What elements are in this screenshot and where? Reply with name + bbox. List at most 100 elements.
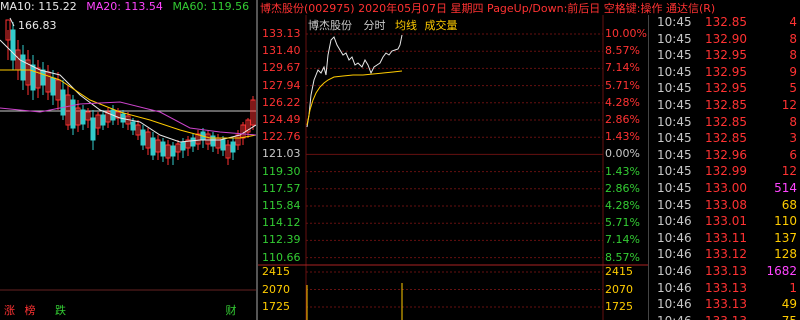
tick-time: 10:46 bbox=[657, 297, 692, 312]
window-title: 博杰股份(002975) 2020年05月07日 星期四 PageUp/Down… bbox=[258, 0, 800, 15]
high-price-label: 166.83 bbox=[18, 19, 57, 32]
tick-price: 132.85 bbox=[705, 98, 747, 112]
tick-time: 10:45 bbox=[657, 15, 692, 29]
tick-time: 10:46 bbox=[657, 314, 692, 320]
volume-right-label: 1725 bbox=[605, 300, 633, 313]
tick-volume: 8 bbox=[789, 31, 797, 46]
volume-left-label: 1725 bbox=[262, 300, 290, 313]
tick-volume: 1682 bbox=[766, 264, 797, 278]
ma60-label: MA60: 119.56 bbox=[172, 0, 250, 13]
price-left-label: 133.13 bbox=[262, 27, 301, 40]
tick-row[interactable]: 10:45 132.99 12 bbox=[649, 164, 800, 181]
price-left-label: 117.57 bbox=[262, 181, 301, 195]
intraday-header: 博杰股份 分时 均线 成交量 bbox=[308, 17, 458, 33]
tick-row[interactable]: 10:46 133.11 137 bbox=[649, 231, 800, 248]
tick-volume: 5 bbox=[789, 81, 797, 96]
tick-price: 133.13 bbox=[705, 264, 747, 278]
tick-row[interactable]: 10:45 132.95 5 bbox=[649, 81, 800, 98]
tick-price: 132.96 bbox=[705, 147, 747, 162]
tick-time: 10:46 bbox=[657, 247, 692, 262]
tick-volume: 68 bbox=[781, 197, 797, 212]
tick-row[interactable]: 10:45 132.95 8 bbox=[649, 48, 800, 65]
finance-tag[interactable]: 财 bbox=[226, 304, 237, 317]
tick-row[interactable]: 10:46 133.01 110 bbox=[649, 214, 800, 231]
limit-down-tag[interactable]: 跌 bbox=[55, 304, 66, 317]
tick-row[interactable]: 10:46 133.13 1682 bbox=[649, 264, 800, 281]
limit-up-tag[interactable]: 涨 bbox=[4, 304, 15, 317]
tick-row[interactable]: 10:45 133.00 514 bbox=[649, 181, 800, 198]
candle-body bbox=[130, 121, 136, 131]
tick-volume: 8 bbox=[789, 114, 797, 129]
tick-row[interactable]: 10:45 133.08 68 bbox=[649, 198, 800, 215]
tick-time: 10:45 bbox=[657, 81, 692, 96]
volume-label: 成交量 bbox=[424, 19, 458, 32]
kline-chart-panel[interactable]: MA10: 115.22 MA20: 113.54 MA60: 119.56 1… bbox=[0, 0, 256, 320]
tick-time: 10:45 bbox=[657, 164, 692, 179]
tick-time: 10:45 bbox=[657, 31, 692, 46]
tick-price: 133.01 bbox=[705, 214, 747, 229]
tick-price: 133.08 bbox=[705, 197, 747, 212]
tick-row[interactable]: 10:45 132.85 12 bbox=[649, 98, 800, 115]
ranking-tag[interactable]: 榜 bbox=[25, 304, 36, 317]
tick-row[interactable]: 10:45 132.85 3 bbox=[649, 131, 800, 148]
price-left-label: 122.76 bbox=[262, 130, 301, 144]
tick-list[interactable]: 10:45 132.85 4 10:45 132.90 8 10:45 132.95 8 10:4… bbox=[648, 15, 800, 320]
kline-chart bbox=[0, 17, 256, 291]
volume-left-label: 2415 bbox=[262, 265, 290, 278]
price-left-label: 126.22 bbox=[262, 95, 301, 109]
intraday-chart-panel[interactable]: 博杰股份 分时 均线 成交量 133.13 10.00% 131.40 8.57% 12… bbox=[258, 15, 648, 320]
price-left-label: 114.12 bbox=[262, 216, 301, 230]
price-left-label: 124.49 bbox=[262, 113, 301, 126]
candle-body bbox=[230, 141, 236, 153]
candle-body bbox=[50, 77, 56, 96]
candle-body bbox=[80, 109, 86, 125]
candle-body bbox=[190, 137, 196, 147]
tick-row[interactable]: 10:46 133.13 49 bbox=[649, 297, 800, 314]
price-right-label: 1.43% bbox=[605, 130, 640, 144]
price-right-label: 7.14% bbox=[605, 233, 640, 247]
tick-time: 10:45 bbox=[657, 147, 692, 162]
bottom-tags: 涨 榜 跌 财 bbox=[4, 302, 243, 318]
tick-price: 132.85 bbox=[705, 114, 747, 129]
avg-line-label: 均线 bbox=[395, 19, 417, 32]
tick-volume: 514 bbox=[774, 181, 797, 195]
candle-body bbox=[170, 145, 176, 157]
candle-body bbox=[90, 117, 96, 141]
tick-row[interactable]: 10:45 132.85 4 bbox=[649, 15, 800, 32]
price-left-label: 121.03 bbox=[262, 147, 301, 161]
tab-minute[interactable]: 分时 bbox=[364, 19, 386, 32]
price-right-label: 0.00% bbox=[605, 147, 640, 161]
tick-volume: 110 bbox=[774, 214, 797, 229]
tick-row[interactable]: 10:45 132.95 9 bbox=[649, 65, 800, 82]
price-right-label: 1.43% bbox=[605, 164, 640, 178]
volume-left-label: 2070 bbox=[262, 282, 290, 296]
tick-row[interactable]: 10:46 133.13 1 bbox=[649, 281, 800, 298]
candle-body bbox=[100, 114, 106, 126]
tick-row[interactable]: 10:45 132.85 8 bbox=[649, 115, 800, 132]
tick-price: 132.99 bbox=[705, 164, 747, 179]
price-right-label: 2.86% bbox=[605, 113, 640, 126]
tick-volume: 4 bbox=[789, 15, 797, 29]
candle-body bbox=[70, 99, 76, 129]
candle-body bbox=[160, 141, 166, 157]
tick-row[interactable]: 10:45 132.90 8 bbox=[649, 32, 800, 49]
tick-price: 133.12 bbox=[705, 247, 747, 262]
price-right-label: 2.86% bbox=[605, 181, 640, 195]
price-right-label: 8.57% bbox=[605, 44, 640, 58]
tick-row[interactable]: 10:46 133.12 128 bbox=[649, 247, 800, 264]
tick-row[interactable]: 10:45 132.96 6 bbox=[649, 148, 800, 165]
tick-row[interactable]: 10:46 133.13 75 bbox=[649, 314, 800, 320]
tick-time: 10:46 bbox=[657, 214, 692, 229]
price-right-label: 4.28% bbox=[605, 95, 640, 109]
price-left-label: 127.94 bbox=[262, 78, 301, 92]
avg-line bbox=[306, 70, 403, 126]
tick-price: 133.13 bbox=[705, 314, 747, 320]
tick-time: 10:45 bbox=[657, 131, 692, 146]
tick-time: 10:46 bbox=[657, 230, 692, 245]
price-right-label: 4.28% bbox=[605, 199, 640, 212]
tick-price: 132.95 bbox=[705, 64, 747, 79]
tick-volume: 9 bbox=[789, 64, 797, 79]
ma10-label: MA10: 115.22 bbox=[0, 0, 77, 13]
tick-time: 10:45 bbox=[657, 114, 692, 129]
tick-volume: 12 bbox=[781, 98, 797, 112]
